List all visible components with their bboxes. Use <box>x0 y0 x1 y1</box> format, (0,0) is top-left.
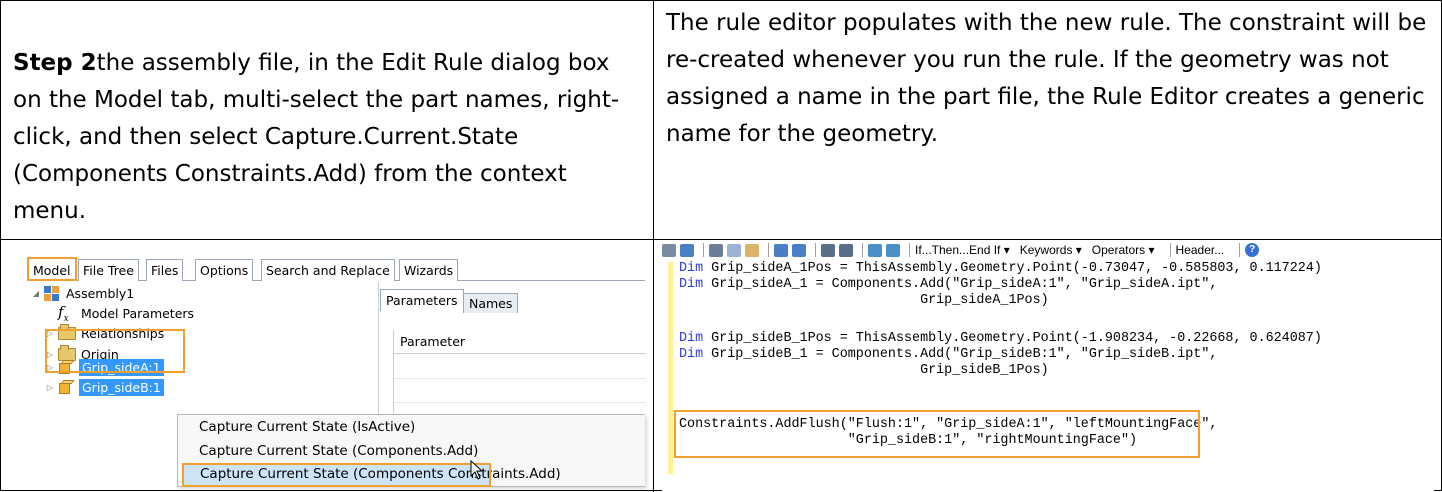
tab-parameters[interactable]: Parameters <box>380 289 464 311</box>
assembly-icon <box>44 285 60 301</box>
editor-change-margin <box>668 262 673 474</box>
cut-icon[interactable] <box>709 243 723 257</box>
step-label: Step 2 <box>13 50 97 76</box>
tree-item-grip-side-b[interactable]: ▷ Grip_sideB:1 <box>45 377 164 397</box>
rule-editor: If...Then...End If ▾ Keywords ▾ Operator… <box>662 241 1434 491</box>
outdent-icon[interactable] <box>839 243 853 257</box>
menu-item-capture-isactive[interactable]: Capture Current State (IsActive) <box>178 417 646 441</box>
print-icon[interactable] <box>662 243 676 257</box>
if-then-button[interactable]: If...Then...End If ▾ <box>915 243 1010 257</box>
tab-options[interactable]: Options <box>195 259 254 281</box>
tree-item-assembly[interactable]: ◢ Assembly1 <box>31 283 134 303</box>
copy-icon[interactable] <box>727 243 741 257</box>
tree-label-grip-side-b: Grip_sideB:1 <box>79 378 164 396</box>
toolbar-divider <box>815 243 816 257</box>
tree-label-assembly: Assembly1 <box>66 285 135 301</box>
comment-icon[interactable] <box>868 243 882 257</box>
parameter-column-header[interactable]: Parameter <box>394 330 646 354</box>
toolbar-divider <box>1239 243 1241 257</box>
menu-item-capture-components-add[interactable]: Capture Current State (Components.Add) <box>178 441 646 465</box>
tree-item-model-parameters[interactable]: fx Model Parameters <box>58 302 195 324</box>
tab-model[interactable]: Model <box>27 257 77 281</box>
selection-highlight-box <box>45 329 185 373</box>
mouse-pointer-icon <box>470 460 484 480</box>
tab-names[interactable]: Names <box>463 293 519 313</box>
tab-wizards[interactable]: Wizards <box>399 259 459 281</box>
code-line-1[interactable]: Dim Grip_sideA_1Pos = ThisAssembly.Geome… <box>679 261 1322 277</box>
code-highlight-box <box>674 410 1200 458</box>
dialog-tabbar: Model File Tree Files Options Search and… <box>27 257 645 281</box>
code-line-4[interactable]: Dim Grip_sideB_1Pos = ThisAssembly.Geome… <box>679 331 1322 347</box>
indent-icon[interactable] <box>821 243 835 257</box>
part-icon <box>58 379 75 395</box>
keywords-dropdown[interactable]: Keywords ▾ <box>1020 243 1082 257</box>
code-line-5[interactable]: Dim Grip_sideB_1 = Components.Add("Grip_… <box>679 347 1217 363</box>
save-icon[interactable] <box>680 243 694 257</box>
menu-highlight-box <box>182 463 491 487</box>
paste-icon[interactable] <box>745 243 759 257</box>
header-button[interactable]: Header... <box>1176 243 1225 257</box>
collapsed-arrow-icon[interactable]: ▷ <box>45 383 55 392</box>
code-line-6[interactable]: Grip_sideB_1Pos) <box>679 363 1049 379</box>
rule-editor-toolbar: If...Then...End If ▾ Keywords ▾ Operator… <box>662 241 1434 259</box>
result-cell: The rule editor populates with the new r… <box>654 1 1442 240</box>
toolbar-divider <box>862 243 863 257</box>
code-line-3[interactable]: Grip_sideA_1Pos) <box>679 293 1049 309</box>
grid-line <box>394 402 646 403</box>
toolbar-divider <box>768 243 769 257</box>
edit-rule-dialog: Model File Tree Files Options Search and… <box>27 257 646 487</box>
function-icon: fx <box>58 302 69 324</box>
undo-icon[interactable] <box>774 243 788 257</box>
step-text: the assembly file, in the Edit Rule dial… <box>13 50 620 224</box>
redo-icon[interactable] <box>792 243 806 257</box>
step-paragraph: Step 2the assembly file, in the Edit Rul… <box>13 45 645 230</box>
rule-editor-screenshot-cell: If...Then...End If ▾ Keywords ▾ Operator… <box>654 240 1442 492</box>
expanded-arrow-icon[interactable]: ◢ <box>31 289 41 298</box>
help-icon[interactable]: ? <box>1245 243 1260 257</box>
operators-dropdown[interactable]: Operators ▾ <box>1092 243 1155 257</box>
toolbar-divider <box>1169 243 1171 257</box>
result-paragraph: The rule editor populates with the new r… <box>666 10 1427 147</box>
toolbar-divider <box>703 243 704 257</box>
uncomment-icon[interactable] <box>886 243 900 257</box>
context-menu: Capture Current State (IsActive) Capture… <box>177 414 645 487</box>
toolbar-divider <box>909 243 910 257</box>
grid-line <box>394 378 646 379</box>
code-line-2[interactable]: Dim Grip_sideA_1 = Components.Add("Grip_… <box>679 277 1217 293</box>
tab-search-replace[interactable]: Search and Replace <box>261 259 395 281</box>
tab-file-tree[interactable]: File Tree <box>78 259 139 281</box>
document-table: Step 2the assembly file, in the Edit Rul… <box>0 0 1442 492</box>
edit-rule-screenshot-cell: Model File Tree Files Options Search and… <box>1 240 654 492</box>
tree-label-model-parameters: Model Parameters <box>81 305 195 321</box>
tab-files[interactable]: Files <box>146 259 184 281</box>
step-cell: Step 2the assembly file, in the Edit Rul… <box>1 1 654 240</box>
